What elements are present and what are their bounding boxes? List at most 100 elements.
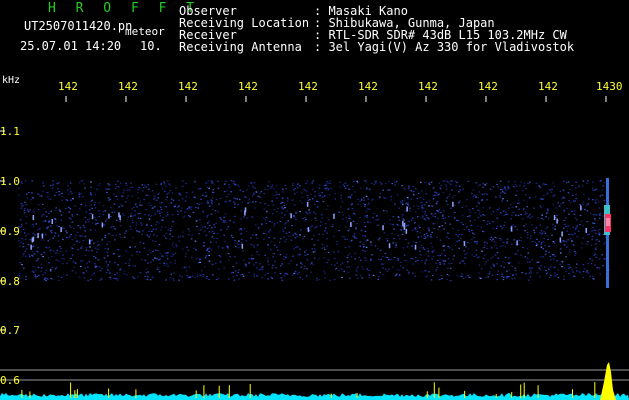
noise-pixel: [573, 210, 576, 212]
noise-pixel: [141, 233, 143, 235]
noise-pixel: [201, 270, 203, 272]
noise-pixel: [217, 277, 220, 279]
noise-pixel: [574, 252, 577, 254]
noise-pixel: [194, 240, 197, 242]
noise-pixel: [342, 214, 344, 216]
noise-pixel: [132, 206, 135, 208]
noise-pixel: [186, 246, 188, 248]
noise-pixel: [412, 263, 415, 265]
noise-pixel: [540, 246, 543, 248]
noise-pixel: [285, 188, 287, 190]
noise-pixel: [443, 249, 446, 251]
noise-pixel: [208, 254, 210, 256]
noise-pixel: [415, 256, 417, 259]
noise-pixel: [255, 261, 257, 264]
noise-pixel: [148, 250, 150, 252]
noise-pixel: [491, 221, 494, 223]
noise-pixel: [386, 210, 388, 212]
noise-pixel: [600, 180, 602, 182]
noise-pixel: [350, 194, 353, 196]
noise-pixel: [223, 267, 225, 269]
noise-pixel: [460, 237, 462, 239]
noise-pixel: [300, 266, 303, 268]
noise-pixel: [495, 196, 497, 198]
noise-pixel: [348, 215, 351, 217]
noise-pixel: [516, 228, 519, 231]
noise-pixel: [377, 258, 380, 260]
noise-pixel: [394, 181, 396, 183]
noise-pixel: [78, 192, 80, 194]
noise-pixel: [62, 254, 64, 256]
noise-pixel: [491, 240, 493, 242]
noise-pixel: [202, 211, 204, 213]
noise-pixel: [34, 234, 36, 236]
noise-pixel: [446, 236, 448, 238]
noise-pixel: [267, 272, 270, 274]
noise-pixel: [74, 205, 77, 207]
noise-pixel: [54, 268, 57, 270]
noise-pixel: [66, 185, 69, 187]
noise-pixel: [185, 196, 188, 198]
noise-pixel: [484, 184, 486, 186]
noise-pixel: [96, 251, 98, 253]
noise-pixel: [590, 244, 593, 246]
noise-pixel: [568, 273, 570, 275]
noise-pixel: [344, 182, 347, 184]
noise-pixel: [357, 204, 359, 206]
noise-pixel: [397, 235, 400, 237]
noise-pixel: [147, 184, 150, 186]
noise-pixel: [594, 264, 596, 266]
noise-pixel: [582, 264, 585, 266]
noise-pixel: [199, 261, 201, 263]
noise-pixel: [70, 218, 72, 220]
x-tick-label: 142: [538, 80, 558, 93]
noise-pixel: [84, 217, 87, 219]
noise-pixel: [271, 267, 274, 269]
noise-pixel: [87, 279, 89, 282]
noise-pixel: [211, 203, 213, 205]
noise-pixel: [595, 214, 598, 216]
noise-pixel: [113, 211, 116, 213]
noise-pixel: [552, 203, 555, 205]
noise-pixel: [296, 191, 299, 193]
noise-pixel: [595, 239, 598, 241]
noise-pixel: [518, 202, 521, 204]
noise-pixel: [158, 259, 160, 261]
noise-pixel: [60, 276, 63, 278]
noise-pixel: [101, 279, 103, 281]
noise-pixel: [504, 256, 507, 258]
noise-pixel: [428, 205, 430, 207]
noise-pixel: [91, 207, 93, 209]
noise-pixel: [268, 231, 270, 233]
noise-pixel: [500, 225, 502, 227]
noise-pixel: [592, 278, 595, 280]
noise-pixel: [427, 247, 429, 250]
noise-pixel: [263, 238, 265, 240]
noise-pixel: [89, 229, 92, 231]
noise-pixel: [402, 213, 404, 215]
noise-pixel: [254, 187, 256, 189]
noise-pixel: [433, 195, 435, 197]
noise-pixel: [215, 199, 218, 201]
noise-pixel: [595, 188, 598, 190]
noise-pixel: [323, 246, 326, 248]
noise-pixel: [503, 266, 505, 268]
noise-pixel: [569, 188, 571, 190]
noise-pixel: [365, 195, 368, 197]
noise-pixel: [506, 241, 508, 243]
noise-pixel: [206, 227, 209, 229]
noise-pixel: [531, 241, 534, 243]
noise-pixel: [178, 205, 180, 207]
noise-pixel: [280, 277, 283, 279]
noise-pixel: [284, 273, 286, 275]
noise-pixel: [156, 221, 158, 223]
noise-pixel: [356, 237, 358, 239]
noise-pixel: [514, 183, 517, 185]
noise-pixel: [572, 271, 574, 273]
noise-pixel: [367, 198, 370, 200]
antenna-label: Receiving Antenna: [179, 40, 302, 54]
noise-pixel: [331, 226, 334, 228]
noise-pixel: [424, 270, 426, 272]
noise-pixel: [562, 189, 565, 191]
noise-pixel: [372, 212, 375, 215]
